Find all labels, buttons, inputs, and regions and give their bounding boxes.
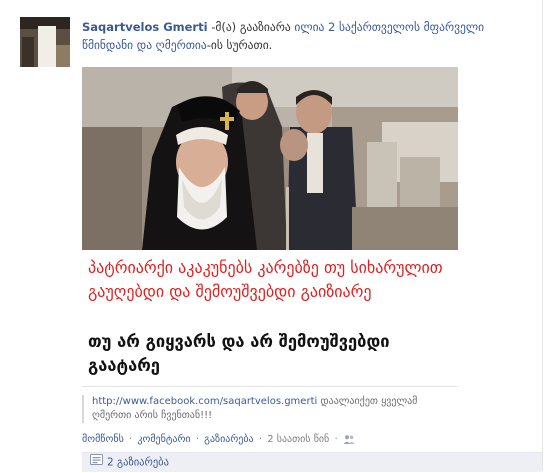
timestamp-link[interactable]: 2 საათის წინ	[267, 434, 329, 445]
photo-scene	[82, 67, 458, 250]
author-name[interactable]: Saqartvelos Gmerti	[82, 20, 208, 34]
post-caption: http://www.facebook.com/saqartvelos.gmer…	[82, 395, 452, 423]
avatar-shape	[56, 45, 70, 67]
image-text-card: პატრიარქი აკაკუნებს კარებზე თუ სიხარულით…	[82, 250, 458, 387]
red-caption: პატრიარქი აკაკუნებს კარებზე თუ სიხარულით…	[88, 258, 443, 301]
like-button[interactable]: მომწონს	[82, 434, 124, 445]
shares-bar[interactable]: 2 გაზიარება	[82, 452, 542, 472]
separator: ·	[128, 434, 133, 445]
comment-button[interactable]: კომენტარი	[137, 434, 190, 445]
caption-link[interactable]: http://www.facebook.com/saqartvelos.gmer…	[92, 396, 317, 407]
separator: ·	[258, 434, 262, 445]
avatar[interactable]	[20, 17, 70, 67]
share-button[interactable]: გაზიარება	[204, 434, 253, 445]
separator: ·	[195, 434, 199, 445]
shared-photo[interactable]	[82, 67, 458, 250]
share-icon	[90, 453, 103, 472]
shared-suffix: -ის სურათი.	[206, 38, 273, 52]
column-divider	[542, 0, 543, 471]
avatar-shape	[22, 37, 34, 67]
avatar-shape	[38, 26, 56, 67]
feed-story: Saqartvelos Gmerti -მ(ა) გააზიარა ილია 2…	[0, 0, 542, 472]
shares-count[interactable]: 2 გაზიარება	[107, 457, 169, 469]
action-bar: მომწონს · კომენტარი · გაზიარება · 2 საათ…	[82, 433, 522, 447]
shared-prefix: -მ(ა) გააზიარა	[211, 20, 291, 34]
separator: ·	[334, 434, 338, 445]
story-header: Saqartvelos Gmerti -მ(ა) გააზიარა ილია 2…	[82, 18, 502, 54]
friends-icon[interactable]	[343, 434, 355, 444]
black-caption: თუ არ გიყვარს და არ შემოუშვებდი გაატარე	[88, 332, 390, 375]
